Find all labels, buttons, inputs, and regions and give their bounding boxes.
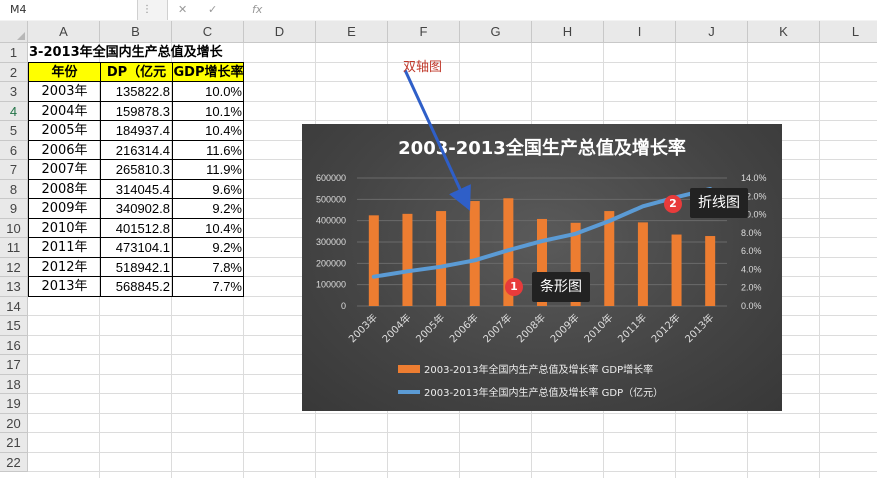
bar-callout-badge: 1: [505, 278, 523, 296]
dual-axis-arrow: [403, 69, 471, 211]
bar-callout: 条形图: [532, 272, 590, 302]
line-callout-badge: 2: [664, 195, 682, 213]
dual-axis-label: 双轴图: [403, 60, 443, 75]
line-callout: 折线图: [690, 188, 748, 218]
